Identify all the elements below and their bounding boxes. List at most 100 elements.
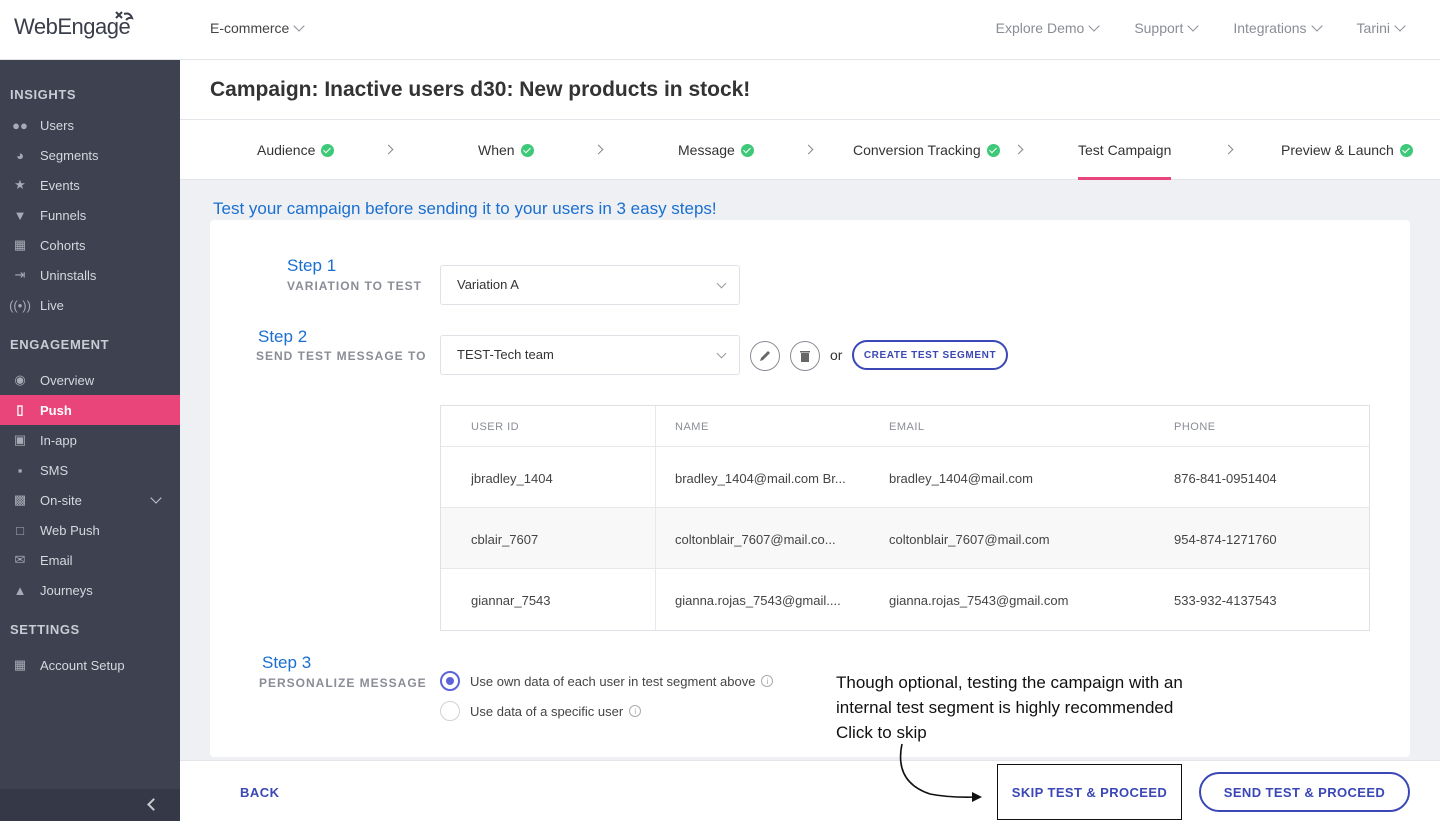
radio-own-data[interactable]: Use own data of each user in test segmen…: [440, 671, 774, 691]
chevron-right-icon: [593, 144, 604, 155]
tab-audience[interactable]: Audience: [257, 120, 335, 180]
sidebar-item-live[interactable]: ((•)) Live: [0, 290, 180, 320]
sidebar-item-in-app[interactable]: ▣ In-app: [0, 425, 180, 455]
cell-name: coltonblair_7607@mail.co...: [675, 532, 836, 547]
table-header: USER ID NAME EMAIL PHONE: [441, 406, 1369, 446]
sidebar-item-web-push[interactable]: □ Web Push: [0, 515, 180, 545]
sidebar-item-cohorts[interactable]: ▦ Cohorts: [0, 230, 180, 260]
chevron-down-icon: [716, 278, 727, 289]
col-header-name: NAME: [675, 421, 709, 433]
cell-email: bradley_1404@mail.com: [889, 471, 1033, 486]
test-segment-select[interactable]: TEST-Tech team: [440, 335, 740, 375]
sidebar-section-engagement: ENGAGEMENT: [10, 337, 110, 352]
send-test-proceed-button[interactable]: SEND TEST & PROCEED: [1199, 772, 1410, 812]
edit-segment-button[interactable]: [750, 341, 780, 371]
browser-icon: ▩: [13, 492, 27, 507]
sidebar-section-settings: SETTINGS: [10, 622, 80, 637]
tab-preview-launch[interactable]: Preview & Launch: [1281, 120, 1413, 180]
chevron-down-icon: [716, 348, 727, 359]
sidebar-item-account-setup[interactable]: ▦ Account Setup: [0, 650, 180, 680]
delete-segment-button[interactable]: [790, 341, 820, 371]
nav-integrations[interactable]: Integrations: [1233, 20, 1323, 36]
step2-title: Step 2: [258, 327, 308, 346]
cell-phone: 954-874-1271760: [1174, 532, 1277, 547]
inapp-icon: ▣: [13, 432, 27, 447]
sidebar-item-push[interactable]: ▯ Push: [0, 395, 180, 425]
step2-subtitle: SEND TEST MESSAGE TO: [256, 349, 427, 363]
chat-icon: ▪: [17, 462, 23, 478]
tab-test-campaign[interactable]: Test Campaign: [1078, 120, 1172, 180]
radio-button-selected[interactable]: [440, 671, 460, 691]
tab-when[interactable]: When: [478, 120, 534, 180]
variation-select-value: Variation A: [457, 277, 519, 292]
sidebar-item-segments[interactable]: ◕ Segments: [0, 140, 180, 170]
skip-test-proceed-button[interactable]: SKIP TEST & PROCEED: [997, 764, 1182, 820]
info-icon[interactable]: i: [629, 705, 642, 717]
footer-bar: BACK SKIP TEST & PROCEED SEND TEST & PRO…: [180, 760, 1440, 821]
cell-user-id: jbradley_1404: [471, 471, 553, 486]
chevron-down-icon: [1187, 20, 1200, 32]
dashboard-icon: ▦: [13, 657, 27, 672]
chevron-down-icon: [1088, 20, 1100, 32]
table-row: giannar_7543 gianna.rojas_7543@gmail....…: [441, 568, 1369, 629]
project-name: E-commerce: [210, 20, 290, 36]
top-bar: WebEngage E-commerce Explore Demo Suppor…: [0, 0, 1440, 60]
table-row: jbradley_1404 bradley_1404@mail.com Br..…: [441, 446, 1369, 507]
star-icon: ★: [14, 177, 26, 192]
variation-select[interactable]: Variation A: [440, 265, 740, 305]
sidebar-item-email[interactable]: ✉ Email: [0, 545, 180, 575]
chevron-right-icon: [383, 144, 394, 155]
chevron-left-icon: [147, 798, 160, 811]
tab-message[interactable]: Message: [678, 120, 754, 180]
check-circle-icon: [740, 143, 754, 157]
pie-chart-icon: ◕: [16, 147, 24, 163]
rocket-icon: ▲: [13, 582, 27, 598]
exit-icon: ⇥: [14, 267, 26, 282]
sidebar-item-users[interactable]: ●● Users: [0, 110, 180, 140]
sidebar-item-journeys[interactable]: ▲ Journeys: [0, 575, 180, 605]
or-text: or: [830, 347, 843, 363]
check-circle-icon: [986, 143, 1000, 157]
radio-specific-user[interactable]: Use data of a specific user i: [440, 701, 642, 721]
sidebar-item-events[interactable]: ★ Events: [0, 170, 180, 200]
sidebar-collapse-button[interactable]: [0, 789, 180, 821]
sidebar-item-sms[interactable]: ▪ SMS: [0, 455, 180, 485]
nav-support[interactable]: Support: [1134, 20, 1200, 36]
info-icon[interactable]: i: [761, 675, 774, 687]
cell-phone: 533-932-4137543: [1174, 593, 1277, 608]
chevron-down-icon: [1394, 20, 1406, 32]
back-button[interactable]: BACK: [240, 785, 280, 800]
cell-user-id: giannar_7543: [471, 593, 551, 608]
radio-specific-user-label: Use data of a specific user: [470, 703, 624, 719]
cell-phone: 876-841-0951404: [1174, 471, 1277, 486]
project-selector[interactable]: E-commerce: [210, 20, 306, 36]
column-divider: [655, 406, 656, 630]
check-circle-icon: [520, 143, 534, 157]
radio-button[interactable]: [440, 701, 460, 721]
col-header-phone: PHONE: [1174, 421, 1216, 433]
sidebar-item-on-site[interactable]: ▩ On-site: [0, 485, 180, 515]
note-line: Though optional, testing the campaign wi…: [836, 673, 1183, 692]
chevron-down-icon: [293, 20, 306, 32]
chevron-down-icon[interactable]: [150, 492, 162, 504]
create-test-segment-button[interactable]: CREATE TEST SEGMENT: [852, 340, 1008, 370]
tab-conversion-tracking[interactable]: Conversion Tracking: [853, 120, 1000, 180]
test-segment-select-value: TEST-Tech team: [457, 347, 554, 362]
cell-name: gianna.rojas_7543@gmail....: [675, 593, 841, 608]
check-circle-icon: [1399, 143, 1413, 157]
chevron-right-icon: [1223, 144, 1234, 155]
users-icon: ●●: [12, 117, 28, 133]
mobile-icon: ▯: [16, 402, 24, 417]
sidebar: INSIGHTS ●● Users ◕ Segments ★ Events ▼ Funn…: [0, 60, 180, 821]
sidebar-item-overview[interactable]: ◉ Overview: [0, 365, 180, 395]
nav-user-menu[interactable]: Tarini: [1357, 20, 1406, 36]
grid-icon: ▦: [13, 237, 27, 252]
chevron-down-icon: [1310, 20, 1323, 32]
trash-icon: [800, 351, 810, 362]
title-bar: Campaign: Inactive users d30: New produc…: [180, 60, 1440, 120]
page-title: Campaign: Inactive users d30: New produc…: [210, 78, 751, 101]
step3-title: Step 3: [262, 653, 312, 672]
nav-explore-demo[interactable]: Explore Demo: [996, 20, 1100, 36]
sidebar-item-funnels[interactable]: ▼ Funnels: [0, 200, 180, 230]
sidebar-item-uninstalls[interactable]: ⇥ Uninstalls: [0, 260, 180, 290]
